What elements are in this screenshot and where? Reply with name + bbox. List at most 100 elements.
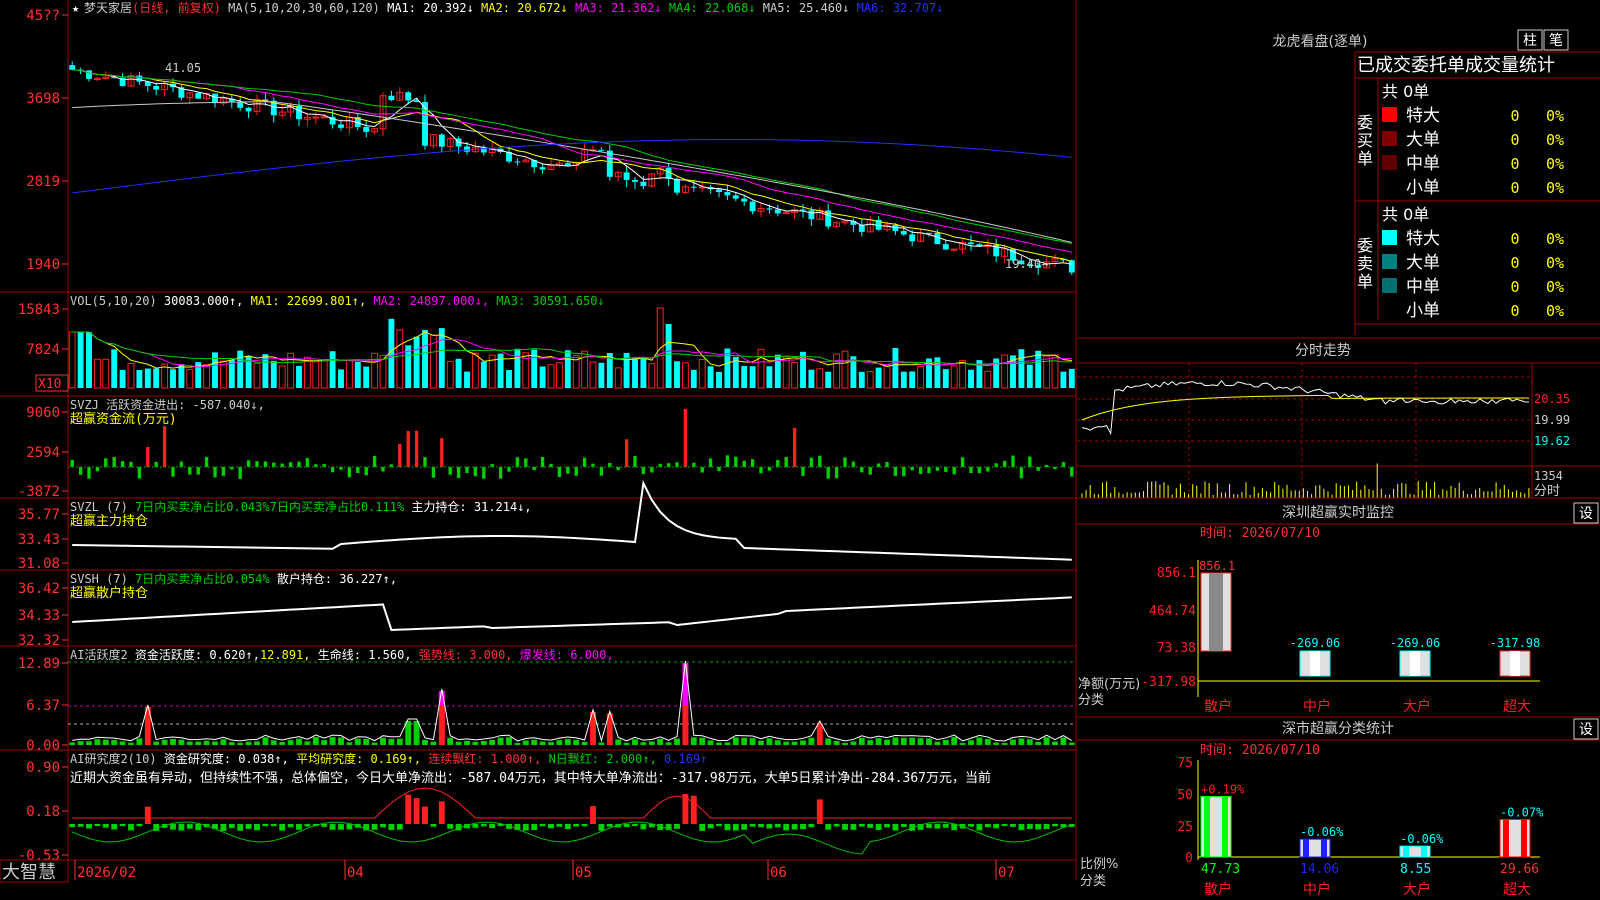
candle-body: [674, 178, 680, 193]
svzj-title: SVZJ 活跃资金进出: -587.040↓,: [70, 397, 265, 412]
cls-value: 47.73: [1201, 862, 1240, 877]
y-tick-label: 2819: [26, 174, 60, 190]
activity-bar: [791, 741, 798, 745]
svzl-title-part: 主力持仓: 31.214↓,: [404, 499, 531, 514]
research-bar: [136, 824, 143, 827]
cls-ylabel: 比例%: [1080, 857, 1118, 872]
activity-bar: [917, 738, 924, 745]
sell-total: 共 0单: [1382, 205, 1429, 224]
ts-ytick: 19.62: [1534, 434, 1570, 448]
volume-bar: [1035, 350, 1042, 388]
ts-ytick: 19.99: [1534, 413, 1570, 427]
flow-bar: [944, 467, 948, 472]
flow-bar: [994, 463, 998, 467]
buy-label-char: 买: [1357, 131, 1373, 150]
research-bar: [774, 824, 781, 828]
activity-bar: [774, 740, 781, 745]
row-name: 大单: [1406, 253, 1440, 273]
flow-bar: [456, 467, 461, 479]
vol-title-part: MA2: 24897.000↓,: [373, 294, 496, 308]
volume-bar: [909, 371, 916, 388]
svsh-title: SVSH (7) 7日内买卖净占比0.054% 散户持仓: 36.227↑,: [70, 571, 397, 586]
candle-body: [934, 232, 941, 245]
activity-bar: [800, 740, 806, 745]
y-tick-label: 0.90: [26, 760, 60, 776]
activity-bar: [422, 739, 428, 745]
volume-bar: [808, 369, 815, 388]
cls-time: 时间: 2026/07/10: [1200, 743, 1320, 758]
research-bar: [430, 824, 437, 827]
volume-bar: [153, 368, 160, 388]
svzl-title-part: 7日内买卖净占比0.043%: [135, 499, 270, 514]
main-title-part: MA3: 21.362↓: [568, 1, 662, 15]
mon-ytick: 856.1: [1157, 566, 1196, 581]
y-tick-label: 3698: [26, 91, 60, 107]
activity-bar: [161, 739, 168, 745]
mon-value: -269.06: [1390, 636, 1441, 650]
flow-bar: [482, 467, 486, 479]
activity-bar: [993, 742, 1000, 745]
volume-bar: [119, 369, 126, 388]
candle-body: [514, 161, 521, 163]
activity-bar: [1052, 741, 1058, 745]
research-bar: [833, 824, 840, 827]
research-bar: [279, 824, 286, 831]
flow-bar: [725, 455, 730, 467]
activity-bar: [522, 740, 529, 745]
research-bar: [102, 824, 109, 828]
flow-bar: [776, 459, 780, 467]
research-bar: [699, 824, 706, 831]
activity-bar: [968, 740, 974, 745]
activity-bar: [573, 739, 580, 745]
research-bar: [447, 824, 454, 829]
flow-bar: [851, 461, 856, 467]
activity-bar: [195, 741, 202, 745]
flow-bar: [381, 467, 385, 472]
vol-title: VOL(5,10,20) 30083.000↑, MA1: 22699.801↑…: [70, 294, 605, 308]
mon-bar-core: [1510, 651, 1520, 676]
mon-value: -269.06: [1290, 636, 1341, 650]
row-name: 特大: [1406, 229, 1440, 249]
main-title-part: MA4: 22.068↓: [662, 1, 756, 15]
svzl-title-part: 7日内买卖净占比0.111%: [270, 499, 405, 514]
research-bar: [539, 824, 546, 827]
volume-bar: [270, 360, 277, 388]
svsh-title-part: 散户持仓: 36.227↑,: [270, 571, 397, 586]
flow-bar: [860, 467, 864, 473]
activity-bar: [657, 738, 664, 745]
activity-bar: [850, 741, 857, 745]
ai1-title-part: 强势线: 3.000,: [412, 648, 513, 662]
research-bar: [69, 824, 76, 828]
flow-bar: [95, 467, 100, 472]
flow-bar: [540, 457, 545, 467]
flow-bar: [188, 467, 192, 475]
flow-bar: [910, 467, 914, 471]
research-bar: [749, 824, 756, 827]
flow-bar: [364, 467, 368, 476]
color-swatch: [1382, 230, 1397, 245]
flow-bar: [624, 439, 629, 467]
y-tick-label: 31.08: [18, 556, 60, 572]
activity-bar: [136, 738, 143, 745]
cls-value: 14.06: [1300, 862, 1339, 877]
mon-bar-core: [1410, 651, 1420, 676]
buy-label-char: 委: [1357, 113, 1373, 132]
buy-label-char: 单: [1357, 149, 1373, 168]
activity-bar: [1043, 737, 1050, 745]
stock-chart[interactable]: 45?? 3698 2819 1940 ★ 梦天家居(日线, 前复权) MA(5,10,2…: [0, 0, 1600, 900]
volume-bar: [438, 328, 445, 388]
activity-bar: [783, 741, 790, 745]
row-value: 0: [1510, 179, 1519, 197]
research-bar: [195, 824, 202, 831]
volume-bar: [413, 336, 420, 388]
flow-bar: [255, 461, 259, 467]
research-bar: [900, 824, 907, 827]
flow-bar: [801, 467, 805, 476]
activity-bar: [648, 741, 655, 745]
activity-bar: [346, 742, 353, 745]
activity-bar: [506, 737, 512, 745]
flow-bar: [414, 430, 419, 467]
activity-bar: [312, 737, 319, 745]
flow-bar: [599, 467, 604, 476]
flow-bar: [750, 459, 755, 467]
